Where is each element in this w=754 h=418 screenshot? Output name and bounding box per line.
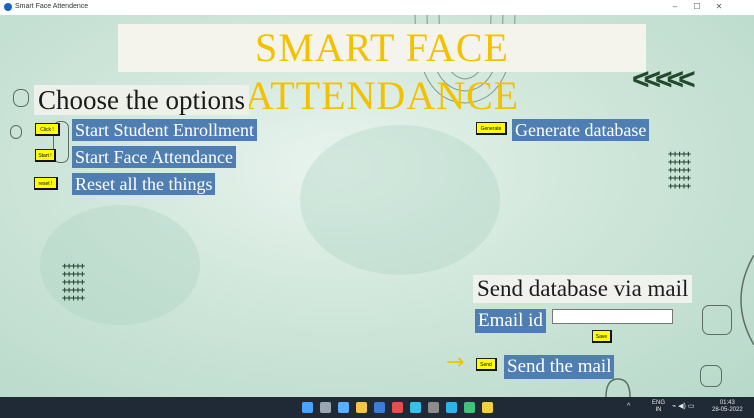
- plus-grid-decoration: +++++ +++++ +++++ +++++ +++++: [668, 150, 691, 192]
- app-canvas: SMART FACE ATTENDANCE <<<<< Choose the o…: [0, 15, 754, 397]
- app-icon[interactable]: [464, 402, 475, 413]
- file-explorer-icon[interactable]: [356, 402, 367, 413]
- decorative-rect: [13, 89, 29, 107]
- taskbar: ^ ENG IN ⌁ ◀) ▭ 01:43 28-05-2022: [0, 397, 754, 418]
- tray-status-icons[interactable]: ⌁ ◀) ▭: [672, 403, 694, 410]
- save-button[interactable]: Save: [592, 330, 612, 343]
- search-icon[interactable]: [320, 402, 331, 413]
- send-label: Send the mail: [504, 355, 615, 379]
- maximize-button[interactable]: ☐: [688, 2, 706, 13]
- photos-icon[interactable]: [410, 402, 421, 413]
- edge-icon[interactable]: [446, 402, 457, 413]
- attendance-label: Start Face Attendance: [72, 146, 236, 168]
- plus-grid-decoration: +++++ +++++ +++++ +++++ +++++: [62, 262, 85, 304]
- chevrons-decoration: <<<<<: [632, 63, 696, 96]
- arrow-right-icon: →: [446, 350, 465, 375]
- mail-heading: Send database via mail: [473, 275, 693, 303]
- enroll-button[interactable]: Click !: [35, 123, 60, 136]
- language-indicator[interactable]: ENG IN: [652, 400, 665, 414]
- task-view-icon[interactable]: [338, 402, 349, 413]
- window-title: Smart Face Attendence: [15, 3, 89, 10]
- minimize-button[interactable]: –: [666, 2, 684, 13]
- decorative-arc: [740, 255, 754, 345]
- generate-label: Generate database: [512, 119, 650, 141]
- options-heading: Choose the options: [34, 85, 249, 115]
- language-text: ENG: [652, 400, 666, 406]
- start-icon[interactable]: [302, 402, 313, 413]
- background-blot: [300, 125, 500, 275]
- generate-button[interactable]: Generate: [476, 122, 507, 135]
- clock-date: 28-05-2022: [712, 407, 743, 413]
- enroll-label: Start Student Enrollment: [72, 119, 257, 141]
- store-icon[interactable]: [374, 402, 385, 413]
- decorative-arc: [605, 378, 631, 397]
- reset-button[interactable]: reset !: [34, 177, 58, 190]
- email-label: Email id: [475, 309, 546, 333]
- app-title: SMART FACE ATTENDANCE: [118, 24, 646, 118]
- calendar-icon[interactable]: [392, 402, 403, 413]
- tray-overflow-icon[interactable]: ^: [627, 403, 630, 410]
- terminal-icon[interactable]: [428, 402, 439, 413]
- reset-label: Reset all the things: [72, 173, 216, 195]
- decorative-rect: [10, 125, 22, 139]
- send-button[interactable]: Send: [476, 358, 497, 371]
- clock[interactable]: 01:43 28-05-2022: [712, 400, 743, 414]
- close-button[interactable]: ✕: [710, 2, 728, 13]
- region-text: IN: [655, 407, 662, 413]
- decorative-rect: [700, 365, 722, 387]
- app-logo-icon: [4, 3, 12, 11]
- email-input[interactable]: [552, 309, 673, 324]
- window-title-bar: Smart Face Attendence – ☐ ✕: [0, 0, 754, 15]
- clock-time: 01:43: [719, 400, 735, 406]
- start-attendance-button[interactable]: Start !: [35, 149, 56, 162]
- python-icon[interactable]: [482, 402, 493, 413]
